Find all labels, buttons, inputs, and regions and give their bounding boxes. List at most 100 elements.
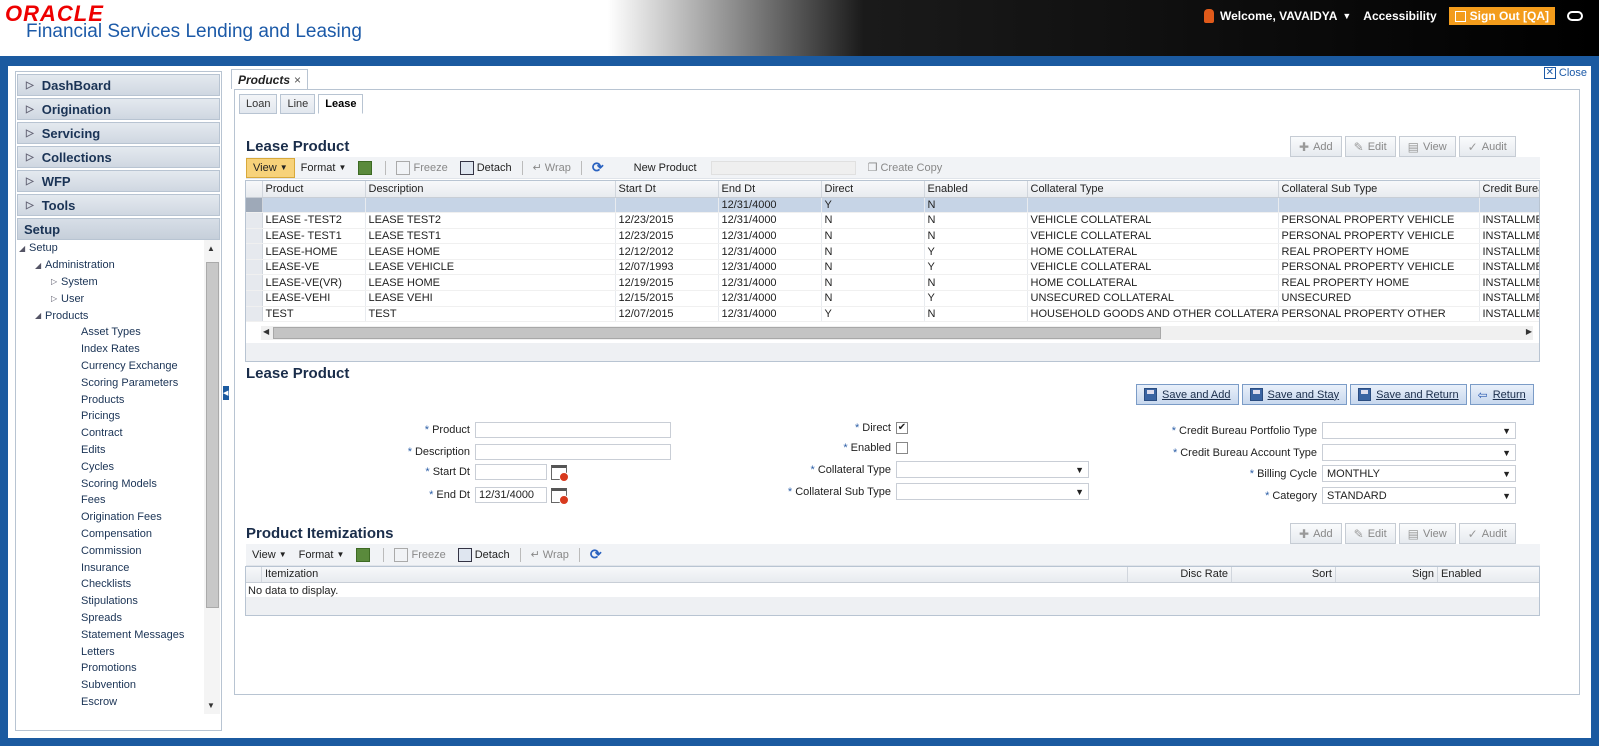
format-menu[interactable]: Format ▼: [293, 545, 351, 565]
return-button[interactable]: ⇦ Return: [1469, 384, 1534, 405]
row-header-cell[interactable]: [246, 274, 263, 292]
itemization-view-button[interactable]: ▤ View: [1398, 523, 1456, 544]
tree-item[interactable]: ▷ User: [17, 290, 199, 307]
nav-item-servicing[interactable]: ▷ Servicing: [17, 122, 220, 144]
collateral-sub-type-select[interactable]: ▼: [896, 483, 1089, 500]
tree-item[interactable]: Edits: [17, 442, 199, 459]
tree-expander-icon[interactable]: ▷: [51, 277, 61, 286]
tree-item[interactable]: ◢ Administration: [17, 257, 199, 274]
user-menu[interactable]: Welcome, VAVAIDYA ▼: [1204, 9, 1351, 23]
column-header-disc-rate[interactable]: Disc Rate: [1128, 567, 1232, 582]
column-header-enabled[interactable]: Enabled: [1438, 567, 1538, 582]
column-header[interactable]: Description: [365, 181, 616, 198]
itemization-add-button[interactable]: ✚ Add: [1290, 523, 1342, 544]
tree-item[interactable]: Asset Types: [17, 324, 199, 341]
view-menu[interactable]: View ▼: [246, 157, 295, 178]
tree-item[interactable]: Promotions: [17, 660, 199, 677]
column-header-itemization[interactable]: Itemization: [262, 567, 1128, 582]
edit-button[interactable]: ✎ Edit: [1344, 136, 1396, 157]
refresh-button[interactable]: ⟳: [586, 158, 610, 178]
calendar-icon[interactable]: [551, 464, 569, 482]
end-date-input[interactable]: 12/31/4000: [475, 487, 547, 503]
create-copy-button[interactable]: ❐ Create Copy: [862, 158, 949, 178]
row-header-cell[interactable]: [246, 212, 263, 229]
help-icon[interactable]: [1567, 11, 1583, 21]
save-and-add-button[interactable]: Save and Add: [1136, 384, 1239, 405]
column-header-sort[interactable]: Sort: [1232, 567, 1336, 582]
tree-item[interactable]: Fees: [17, 492, 199, 509]
add-button[interactable]: ✚ Add: [1290, 136, 1342, 157]
scroll-thumb[interactable]: [206, 262, 219, 608]
tree-item[interactable]: Contract: [17, 425, 199, 442]
scroll-down-icon[interactable]: ▼: [207, 701, 215, 710]
table-row[interactable]: LEASE -TEST2 LEASE TEST2 12/23/2015 12/31/4…: [246, 212, 1539, 229]
table-row[interactable]: 12/31/4000 Y N: [246, 197, 1539, 214]
tree-item[interactable]: Spreads: [17, 610, 199, 627]
wrap-button[interactable]: ↵ Wrap: [525, 545, 575, 565]
nav-item-setup[interactable]: Setup: [17, 218, 220, 240]
tab-lease[interactable]: Lease: [318, 94, 364, 114]
billing-cycle-select[interactable]: MONTHLY ▼: [1322, 465, 1516, 482]
tree-item[interactable]: Commission: [17, 542, 199, 559]
tab-line[interactable]: Line: [280, 94, 316, 114]
column-header[interactable]: Start Dt: [615, 181, 719, 198]
tree-item[interactable]: Index Rates: [17, 341, 199, 358]
collateral-type-select[interactable]: ▼: [896, 461, 1089, 478]
export-button[interactable]: [352, 158, 381, 178]
tree-item[interactable]: Pricings: [17, 408, 199, 425]
row-header-cell[interactable]: [246, 290, 263, 307]
column-header[interactable]: End Dt: [718, 181, 822, 198]
column-header[interactable]: Product: [262, 181, 366, 198]
tree-item[interactable]: Letters: [17, 643, 199, 660]
close-tab-icon[interactable]: ×: [294, 73, 301, 87]
tree-item[interactable]: Checklists: [17, 576, 199, 593]
column-header-sign[interactable]: Sign: [1336, 567, 1438, 582]
cb-account-select[interactable]: ▼: [1322, 444, 1516, 461]
tree-item[interactable]: Stipulations: [17, 593, 199, 610]
close-button[interactable]: ✕ Close: [1543, 67, 1587, 79]
column-header[interactable]: Collateral Sub Type: [1278, 181, 1480, 198]
table-row[interactable]: LEASE-VE(VR) LEASE HOME 12/19/2015 12/31/40…: [246, 274, 1539, 292]
product-input[interactable]: [475, 422, 671, 438]
wrap-button[interactable]: ↵ Wrap: [527, 158, 577, 178]
tree-item[interactable]: Scoring Models: [17, 475, 199, 492]
row-header-cell[interactable]: [246, 306, 263, 323]
table-row[interactable]: LEASE-VEHI LEASE VEHI 12/15/2015 12/31/4000…: [246, 290, 1539, 307]
row-header-cell[interactable]: [246, 197, 263, 214]
description-input[interactable]: [475, 444, 671, 460]
tree-expander-icon[interactable]: ◢: [35, 261, 45, 270]
tree-item[interactable]: ▷ System: [17, 274, 199, 291]
column-header[interactable]: Direct: [821, 181, 925, 198]
tree-item[interactable]: Subvention: [17, 677, 199, 694]
refresh-button[interactable]: ⟳: [584, 545, 608, 565]
format-menu[interactable]: Format ▼: [295, 158, 353, 178]
nav-item-tools[interactable]: ▷ Tools: [17, 194, 220, 216]
nav-item-wfp[interactable]: ▷ WFP: [17, 170, 220, 192]
table-row[interactable]: LEASE-VE LEASE VEHICLE 12/07/1993 12/31/400…: [246, 259, 1539, 276]
accessibility-link[interactable]: Accessibility: [1363, 9, 1436, 23]
itemization-audit-button[interactable]: ✓ Audit: [1458, 523, 1516, 544]
tree-item[interactable]: Cycles: [17, 458, 199, 475]
tree-item[interactable]: Scoring Parameters: [17, 374, 199, 391]
category-select[interactable]: STANDARD ▼: [1322, 487, 1516, 504]
tree-expander-icon[interactable]: ◢: [35, 311, 45, 320]
view-menu[interactable]: View ▼: [246, 545, 293, 565]
column-header[interactable]: Collateral Type: [1027, 181, 1279, 198]
row-header-cell[interactable]: [246, 259, 263, 276]
save-and-return-button[interactable]: Save and Return: [1350, 384, 1467, 405]
row-header-cell[interactable]: [246, 243, 263, 260]
table-row[interactable]: TEST TEST 12/07/2015 12/31/4000 Y N HOUSEHOLD …: [246, 306, 1539, 323]
tree-item[interactable]: ◢ Setup: [17, 240, 199, 257]
table-row[interactable]: LEASE- TEST1 LEASE TEST1 12/23/2015 12/31/4…: [246, 228, 1539, 245]
export-button[interactable]: [350, 545, 379, 565]
tree-item[interactable]: Escrow: [17, 694, 199, 711]
tree-item[interactable]: Products: [17, 391, 199, 408]
tree-item[interactable]: ◢WFP: [17, 710, 199, 714]
freeze-button[interactable]: Freeze: [388, 545, 451, 565]
sign-out-button[interactable]: Sign Out [QA]: [1448, 7, 1555, 25]
nav-item-origination[interactable]: ▷ Origination: [17, 98, 220, 120]
nav-item-dashboard[interactable]: ▷ DashBoard: [17, 74, 220, 96]
tab-products[interactable]: Products ×: [231, 69, 309, 89]
cb-portfolio-select[interactable]: ▼: [1322, 422, 1516, 439]
calendar-icon[interactable]: [551, 487, 569, 505]
